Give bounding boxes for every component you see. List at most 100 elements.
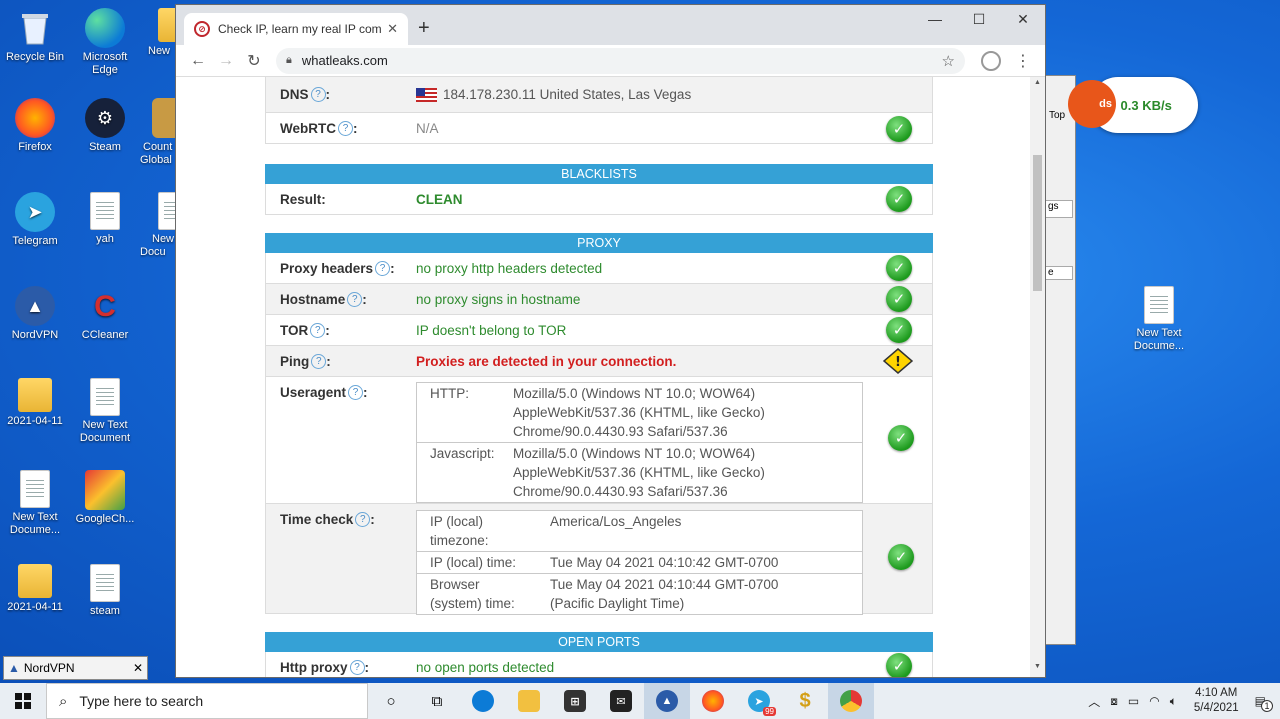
open-ports-header: OPEN PORTS — [265, 632, 933, 652]
help-icon[interactable]: ? — [375, 260, 391, 276]
desktop-icon-steam[interactable]: ⚙ Steam — [70, 98, 140, 154]
desktop-icon-recycle-bin[interactable]: Recycle Bin — [0, 8, 70, 64]
hostname-row: Hostname?: no proxy signs in hostname ✓ — [265, 284, 933, 315]
document-icon — [20, 470, 50, 508]
desktop-icon-edge[interactable]: Microsoft Edge — [70, 8, 140, 77]
desktop-icon-text-doc-2[interactable]: New Text Document — [70, 378, 140, 445]
menu-kebab-icon[interactable]: ⋮ — [1009, 51, 1037, 71]
close-window-icon[interactable]: ✕ — [1001, 5, 1045, 33]
reload-icon[interactable]: ↻ — [240, 51, 268, 71]
desktop-icon-nordvpn[interactable]: ▲ NordVPN — [0, 286, 70, 342]
proxy-header: PROXY — [265, 233, 933, 253]
help-icon[interactable]: ? — [349, 659, 365, 675]
desktop-icon-yah[interactable]: yah — [70, 192, 140, 246]
desktop-icon-new-doc[interactable]: New Docu — [140, 192, 180, 259]
battery-icon[interactable]: ▭ — [1128, 694, 1139, 708]
folder-icon — [18, 564, 52, 598]
new-tab-icon[interactable]: + — [418, 17, 430, 40]
tray-chevron-icon[interactable]: ︿ — [1088, 693, 1100, 710]
blacklists-section: BLACKLISTS Result: CLEAN ✓ — [265, 164, 933, 215]
help-icon[interactable]: ? — [311, 353, 327, 369]
windows-start-icon[interactable] — [0, 683, 46, 719]
taskbar-firefox-icon[interactable] — [690, 683, 736, 719]
taskbar-explorer-icon[interactable] — [506, 683, 552, 719]
desktop-icon-archive-2[interactable]: 2021-04-11 — [0, 564, 70, 614]
check-icon: ✓ — [886, 186, 912, 212]
browser-window: ⊘ Check IP, learn my real IP compu ✕ + —… — [175, 4, 1046, 678]
steam-icon: ⚙ — [85, 98, 125, 138]
back-arrow-icon[interactable]: ← — [184, 52, 212, 70]
blacklist-result-row: Result: CLEAN ✓ — [265, 184, 933, 215]
check-icon: ✓ — [886, 255, 912, 281]
desktop-icon-text-doc-1[interactable]: New Text Docume... — [0, 470, 70, 537]
taskbar-edge-icon[interactable] — [460, 683, 506, 719]
document-icon — [90, 192, 120, 230]
page-viewport: DNS?: 184.178.230.11 United States, Las … — [176, 77, 1045, 677]
bookmark-star-icon[interactable]: ☆ — [942, 52, 955, 70]
help-icon[interactable]: ? — [310, 87, 326, 102]
document-icon — [1144, 286, 1174, 324]
close-tab-icon[interactable]: ✕ — [387, 21, 398, 37]
vertical-scrollbar[interactable]: ▲ ▼ — [1030, 77, 1045, 677]
taskbar-store-icon[interactable]: ⊞ — [552, 683, 598, 719]
check-icon: ✓ — [886, 317, 912, 343]
browser-tab[interactable]: ⊘ Check IP, learn my real IP compu ✕ — [184, 13, 408, 45]
check-icon: ✓ — [886, 653, 912, 677]
help-icon[interactable]: ? — [338, 120, 353, 136]
search-icon: ⌕ — [59, 692, 68, 710]
notifications-icon[interactable]: ▤ 1 — [1255, 694, 1273, 712]
chrome-file-icon — [85, 470, 125, 510]
clock[interactable]: 4:10 AM 5/4/2021 — [1194, 686, 1239, 716]
desktop-icon-new[interactable]: New — [140, 8, 180, 58]
cortana-icon[interactable]: ○ — [368, 683, 414, 719]
taskbar-mail-icon[interactable]: ✉ — [598, 683, 644, 719]
desktop-icon-steam-doc[interactable]: steam — [70, 564, 140, 618]
time-check-row: Time check?: IP (local) timezone: America… — [265, 504, 933, 615]
document-icon — [90, 564, 120, 602]
warning-icon: ! — [883, 348, 913, 374]
blacklists-header: BLACKLISTS — [265, 164, 933, 184]
minimize-icon[interactable]: — — [913, 5, 957, 33]
speed-widget-orb[interactable]: ds — [1068, 80, 1116, 128]
desktop-icon-archive-1[interactable]: 2021-04-11 — [0, 378, 70, 428]
tray-app-icon[interactable]: ⧇ — [1110, 694, 1118, 709]
forward-arrow-icon[interactable]: → — [212, 52, 240, 70]
profile-avatar-icon[interactable] — [981, 50, 1001, 71]
taskbar-telegram-icon[interactable]: ➤ 99 — [736, 683, 782, 719]
help-icon[interactable]: ? — [348, 385, 364, 400]
proxy-headers-row: Proxy headers?: no proxy http headers de… — [265, 253, 933, 284]
scroll-up-icon[interactable]: ▲ — [1030, 79, 1045, 91]
useragent-row: Useragent?: HTTP: Mozilla/5.0 (Windows N… — [265, 377, 933, 504]
close-icon[interactable]: ✕ — [133, 661, 143, 675]
maximize-icon[interactable]: ☐ — [957, 5, 1001, 33]
desktop-icon-googlechrome[interactable]: GoogleCh... — [70, 470, 140, 526]
taskbar-nordvpn-icon[interactable]: ▲ — [644, 683, 690, 719]
desktop-icon-counter-strike[interactable]: Count Global — [140, 98, 180, 167]
task-view-icon[interactable]: ⧉ — [414, 683, 460, 719]
desktop-icon-text-doc-right[interactable]: New Text Docume... — [1124, 286, 1194, 353]
svg-text:!: ! — [895, 355, 901, 370]
wifi-icon[interactable]: ◠ — [1149, 694, 1159, 708]
check-icon: ✓ — [888, 425, 914, 451]
taskbar-dollar-icon[interactable]: $ — [782, 683, 828, 719]
folder-icon — [18, 378, 52, 412]
help-icon[interactable]: ? — [310, 322, 326, 338]
help-icon[interactable]: ? — [347, 291, 363, 307]
scroll-down-icon[interactable]: ▼ — [1030, 663, 1045, 675]
help-icon[interactable]: ? — [355, 512, 371, 527]
volume-icon[interactable]: 🔈︎ — [1170, 694, 1177, 709]
nordvpn-minibar[interactable]: ▲ NordVPN ✕ — [3, 656, 148, 680]
firefox-icon — [15, 98, 55, 138]
scrollbar-thumb[interactable] — [1033, 155, 1042, 291]
taskbar-search-input[interactable]: ⌕ Type here to search — [46, 683, 368, 719]
nordvpn-icon: ▲ — [15, 286, 55, 326]
browser-toolbar: ← → ↻ 🔒︎ whatleaks.com ☆ ⋮ — [176, 45, 1045, 77]
desktop-icon-ccleaner[interactable]: C CCleaner — [70, 286, 140, 342]
tor-row: TOR?: IP doesn't belong to TOR ✓ — [265, 315, 933, 346]
taskbar-chrome-icon[interactable] — [828, 683, 874, 719]
desktop-icon-firefox[interactable]: Firefox — [0, 98, 70, 154]
ccleaner-icon: C — [94, 289, 116, 323]
address-bar[interactable]: 🔒︎ whatleaks.com ☆ — [276, 47, 965, 74]
desktop-icon-telegram[interactable]: ➤ Telegram — [0, 192, 70, 248]
us-flag-icon — [416, 87, 437, 102]
